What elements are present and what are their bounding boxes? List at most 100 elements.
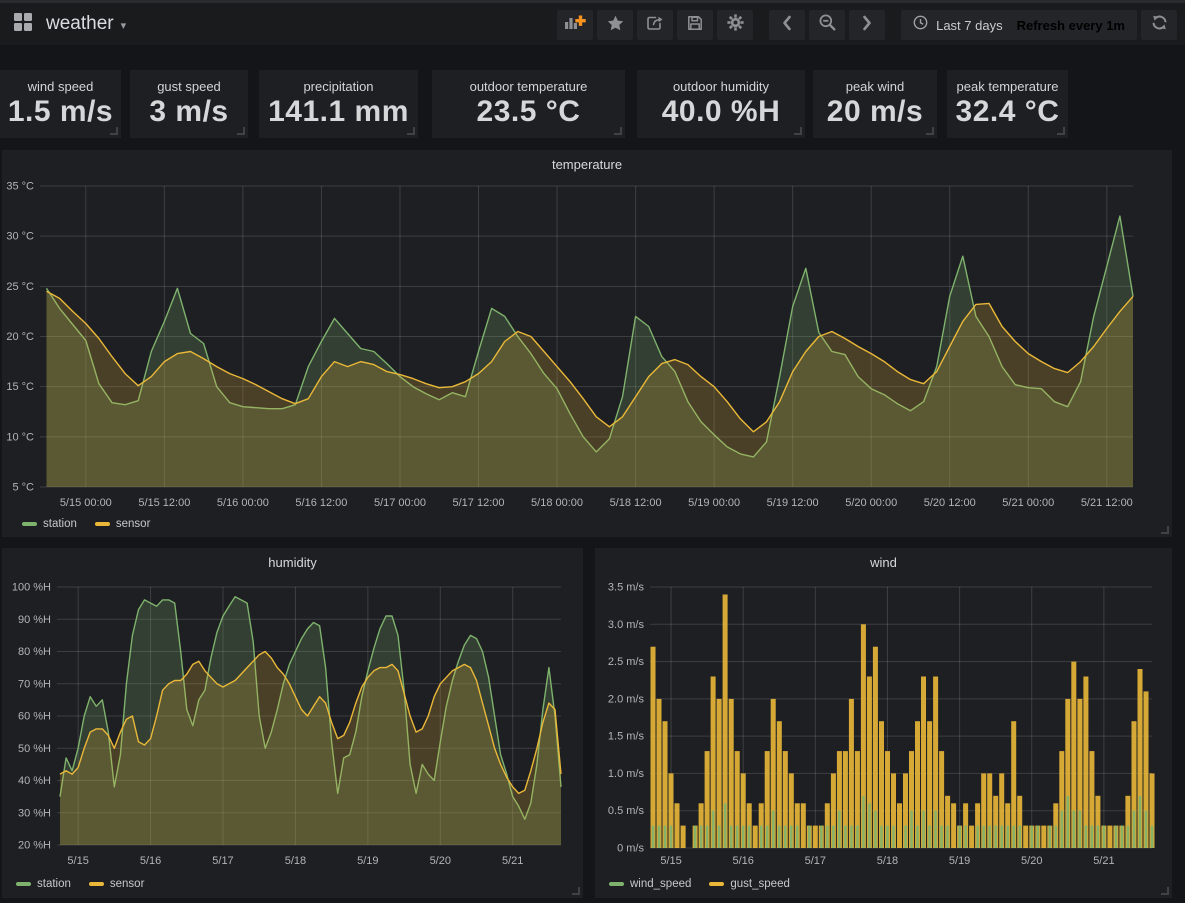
svg-text:1.5 m/s: 1.5 m/s xyxy=(608,731,645,743)
stat-title[interactable]: peak temperature xyxy=(947,79,1068,94)
legend-swatch xyxy=(16,882,31,886)
svg-text:5/18: 5/18 xyxy=(285,855,306,867)
legend-item-gust_speed[interactable]: gust_speed xyxy=(709,878,789,890)
panel-title-temperature[interactable]: temperature xyxy=(2,157,1172,172)
stat-panel-gust-speed: gust speed 3 m/s xyxy=(130,70,248,138)
svg-text:5/16: 5/16 xyxy=(732,855,753,867)
resize-handle[interactable] xyxy=(1161,887,1169,895)
svg-text:5/17: 5/17 xyxy=(805,855,826,867)
panel-title-humidity[interactable]: humidity xyxy=(2,555,583,570)
time-back-button[interactable] xyxy=(769,10,805,40)
legend-label: station xyxy=(43,518,77,530)
navbar: weather ▾ xyxy=(0,0,1185,45)
dashboard-title-dropdown[interactable]: weather ▾ xyxy=(13,3,126,45)
svg-text:5/19: 5/19 xyxy=(949,855,970,867)
wind-legend: wind_speed gust_speed xyxy=(609,878,808,890)
legend-item-sensor[interactable]: sensor xyxy=(95,518,151,530)
add-panel-button[interactable] xyxy=(557,10,593,40)
stat-value: 20 m/s xyxy=(813,95,937,129)
stat-value: 141.1 mm xyxy=(259,95,418,129)
svg-text:20 °C: 20 °C xyxy=(6,331,34,343)
legend-swatch xyxy=(22,522,37,526)
temperature-legend: station sensor xyxy=(22,518,168,530)
stat-panel-outdoor-temperature: outdoor temperature 23.5 °C xyxy=(432,70,625,138)
time-range-picker[interactable]: Last 7 days Refresh every 1m xyxy=(901,10,1137,40)
stat-title[interactable]: outdoor temperature xyxy=(432,79,625,94)
time-forward-button[interactable] xyxy=(849,10,885,40)
svg-text:3.0 m/s: 3.0 m/s xyxy=(608,619,645,631)
star-icon xyxy=(607,15,624,36)
share-button[interactable] xyxy=(637,10,673,40)
wind-chart-plot[interactable]: 0 m/s0.5 m/s1.0 m/s1.5 m/s2.0 m/s2.5 m/s… xyxy=(595,548,1172,898)
stat-title[interactable]: wind speed xyxy=(0,79,121,94)
svg-text:30 %H: 30 %H xyxy=(18,807,51,819)
resize-handle[interactable] xyxy=(572,887,580,895)
stat-panel-precipitation: precipitation 141.1 mm xyxy=(259,70,418,138)
svg-text:5/15: 5/15 xyxy=(660,855,681,867)
svg-text:5/19: 5/19 xyxy=(357,855,378,867)
legend-item-station[interactable]: station xyxy=(16,878,71,890)
svg-text:5/19 00:00: 5/19 00:00 xyxy=(688,497,740,509)
svg-text:50 %H: 50 %H xyxy=(18,743,51,755)
humidity-chart-plot[interactable]: 20 %H30 %H40 %H50 %H60 %H70 %H80 %H90 %H… xyxy=(2,548,583,898)
resize-handle[interactable] xyxy=(614,127,622,135)
svg-text:5/21 00:00: 5/21 00:00 xyxy=(1002,497,1054,509)
svg-text:5/17: 5/17 xyxy=(212,855,233,867)
legend-item-wind_speed[interactable]: wind_speed xyxy=(609,878,691,890)
svg-text:2.0 m/s: 2.0 m/s xyxy=(608,693,645,705)
chevron-right-icon xyxy=(862,15,872,36)
resize-handle[interactable] xyxy=(110,127,118,135)
save-button[interactable] xyxy=(677,10,713,40)
stat-title[interactable]: gust speed xyxy=(130,79,248,94)
stat-title[interactable]: peak wind xyxy=(813,79,937,94)
svg-text:1.0 m/s: 1.0 m/s xyxy=(608,768,645,780)
svg-text:5/20: 5/20 xyxy=(1021,855,1042,867)
legend-item-station[interactable]: station xyxy=(22,518,77,530)
svg-text:40 %H: 40 %H xyxy=(18,775,51,787)
resize-handle[interactable] xyxy=(1161,526,1169,534)
svg-text:80 %H: 80 %H xyxy=(18,646,51,658)
refresh-icon xyxy=(1151,15,1168,35)
temperature-chart-plot[interactable]: 5 °C10 °C15 °C20 °C25 °C30 °C35 °C5/15 0… xyxy=(2,150,1172,537)
stat-value: 3 m/s xyxy=(130,95,248,129)
star-button[interactable] xyxy=(597,10,633,40)
legend-label: wind_speed xyxy=(630,878,691,890)
resize-handle[interactable] xyxy=(926,127,934,135)
svg-text:5/18 00:00: 5/18 00:00 xyxy=(531,497,583,509)
svg-text:5/20 00:00: 5/20 00:00 xyxy=(845,497,897,509)
refresh-button[interactable] xyxy=(1141,10,1177,40)
svg-text:5 °C: 5 °C xyxy=(12,482,34,494)
panel-title-wind[interactable]: wind xyxy=(595,555,1172,570)
settings-button[interactable] xyxy=(717,10,753,40)
legend-item-sensor[interactable]: sensor xyxy=(89,878,145,890)
svg-text:10 °C: 10 °C xyxy=(6,431,34,443)
svg-text:5/19 12:00: 5/19 12:00 xyxy=(767,497,819,509)
resize-handle[interactable] xyxy=(794,127,802,135)
legend-label: gust_speed xyxy=(730,878,789,890)
svg-text:0.5 m/s: 0.5 m/s xyxy=(608,805,645,817)
resize-handle[interactable] xyxy=(407,127,415,135)
humidity-legend: station sensor xyxy=(16,878,162,890)
refresh-interval-label[interactable]: Refresh every 1m xyxy=(1017,18,1125,33)
svg-text:5/21: 5/21 xyxy=(502,855,523,867)
dashboard-title[interactable]: weather xyxy=(46,13,114,35)
zoom-out-button[interactable] xyxy=(809,10,845,40)
svg-text:5/15: 5/15 xyxy=(67,855,88,867)
stat-title[interactable]: precipitation xyxy=(259,79,418,94)
menu-grid-icon[interactable] xyxy=(13,12,33,37)
svg-text:15 °C: 15 °C xyxy=(6,381,34,393)
stat-title[interactable]: outdoor humidity xyxy=(637,79,805,94)
zoom-out-icon xyxy=(818,13,837,37)
resize-handle[interactable] xyxy=(237,127,245,135)
temperature-panel: 5 °C10 °C15 °C20 °C25 °C30 °C35 °C5/15 0… xyxy=(2,150,1172,537)
svg-text:5/16: 5/16 xyxy=(140,855,161,867)
legend-swatch xyxy=(609,882,624,886)
svg-text:35 °C: 35 °C xyxy=(6,181,34,193)
resize-handle[interactable] xyxy=(1057,127,1065,135)
wind-panel: 0 m/s0.5 m/s1.0 m/s1.5 m/s2.0 m/s2.5 m/s… xyxy=(595,548,1172,898)
gear-icon xyxy=(727,14,744,36)
stat-panel-peak-wind: peak wind 20 m/s xyxy=(813,70,937,138)
legend-label: sensor xyxy=(116,518,151,530)
clock-icon xyxy=(913,15,928,35)
svg-text:5/16 12:00: 5/16 12:00 xyxy=(295,497,347,509)
